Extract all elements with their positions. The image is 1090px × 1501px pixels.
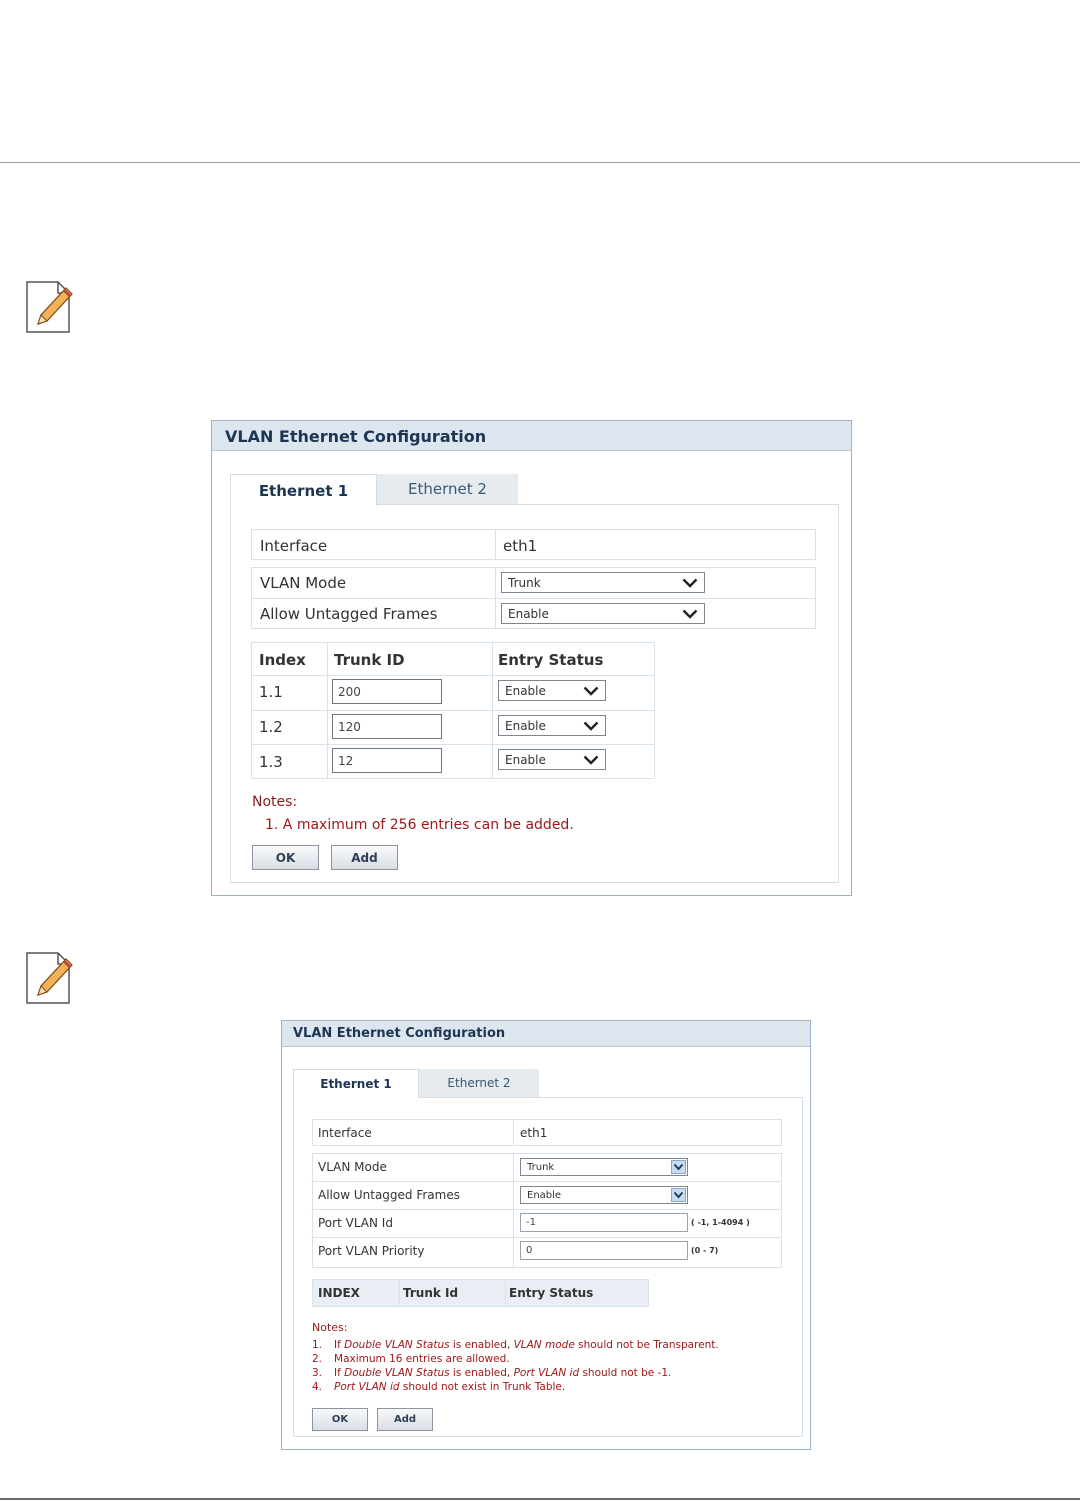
- add-button[interactable]: Add: [331, 845, 398, 870]
- interface-label: Interface: [318, 1126, 372, 1140]
- chevron-down-icon: [583, 721, 599, 731]
- entry-status-value: Enable: [505, 718, 546, 733]
- notes-title: Notes:: [252, 794, 298, 810]
- trunk-id-input[interactable]: 200: [332, 679, 442, 704]
- chevron-down-icon: [583, 686, 599, 696]
- vlan-config-panel-1: VLAN Ethernet Configuration Ethernet 1 E…: [211, 420, 852, 896]
- entry-status-select[interactable]: Enable: [498, 749, 606, 770]
- tab-ethernet-1[interactable]: Ethernet 1: [293, 1069, 419, 1098]
- entry-status-select[interactable]: Enable: [498, 680, 606, 701]
- entry-status-value: Enable: [505, 683, 546, 698]
- note-line-4: 4. Port VLAN id should not exist in Trunk…: [312, 1381, 566, 1393]
- row-index: 1.3: [259, 753, 283, 771]
- port-vlan-id-range: ( -1, 1-4094 ): [691, 1218, 750, 1227]
- add-button[interactable]: Add: [377, 1408, 433, 1431]
- tab-ethernet-2[interactable]: Ethernet 2: [419, 1069, 539, 1097]
- allow-untagged-value: Enable: [527, 1189, 562, 1201]
- col-header-index: INDEX: [318, 1286, 360, 1300]
- col-header-entry-status: Entry Status: [509, 1286, 594, 1300]
- allow-untagged-label: Allow Untagged Frames: [260, 605, 438, 623]
- chevron-down-icon: [583, 755, 599, 765]
- ok-button[interactable]: OK: [312, 1408, 368, 1431]
- interface-value: eth1: [520, 1126, 548, 1140]
- ok-button[interactable]: OK: [252, 845, 319, 870]
- col-header-entry-status: Entry Status: [498, 651, 604, 669]
- chevron-down-icon: [682, 609, 698, 619]
- chevron-down-icon: [682, 578, 698, 588]
- trunk-table-header: [312, 1279, 649, 1307]
- vlan-mode-select[interactable]: Trunk: [520, 1158, 688, 1176]
- row-index: 1.1: [259, 683, 283, 701]
- port-vlan-priority-range: (0 - 7): [691, 1246, 719, 1255]
- col-header-index: Index: [259, 651, 306, 669]
- tab-ethernet-2[interactable]: Ethernet 2: [377, 474, 518, 504]
- header-rule: [0, 162, 1080, 163]
- note-line-3: 3. If Double VLAN Status is enabled, Port…: [312, 1367, 672, 1379]
- select-arrow-icon: [671, 1188, 686, 1202]
- vlan-mode-value: Trunk: [508, 575, 541, 590]
- col-header-trunk-id: Trunk Id: [403, 1286, 459, 1300]
- allow-untagged-select[interactable]: Enable: [501, 603, 705, 624]
- select-arrow-icon: [671, 1160, 686, 1174]
- footer-rule: [0, 1498, 1080, 1500]
- panel-title: VLAN Ethernet Configuration: [282, 1021, 810, 1047]
- port-vlan-id-input[interactable]: -1: [520, 1213, 688, 1232]
- allow-untagged-select[interactable]: Enable: [520, 1186, 688, 1204]
- panel-title: VLAN Ethernet Configuration: [212, 421, 851, 451]
- trunk-id-input[interactable]: 12: [332, 748, 442, 773]
- interface-value: eth1: [503, 537, 538, 555]
- entry-status-select[interactable]: Enable: [498, 715, 606, 736]
- col-header-trunk-id: Trunk ID: [334, 651, 405, 669]
- trunk-id-input[interactable]: 120: [332, 714, 442, 739]
- interface-label: Interface: [260, 537, 328, 555]
- allow-untagged-value: Enable: [508, 606, 549, 621]
- vlan-mode-label: VLAN Mode: [318, 1160, 387, 1174]
- note-line: 1. A maximum of 256 entries can be added…: [265, 817, 574, 833]
- entry-status-value: Enable: [505, 752, 546, 767]
- note-line-2: 2. Maximum 16 entries are allowed.: [312, 1353, 510, 1365]
- vlan-mode-select[interactable]: Trunk: [501, 572, 705, 593]
- row-index: 1.2: [259, 718, 283, 736]
- port-vlan-priority-label: Port VLAN Priority: [318, 1244, 425, 1258]
- vlan-mode-value: Trunk: [527, 1161, 555, 1173]
- notes-title: Notes:: [312, 1321, 348, 1334]
- allow-untagged-label: Allow Untagged Frames: [318, 1188, 460, 1202]
- note-pencil-icon: [24, 951, 76, 1004]
- vlan-config-panel-2: VLAN Ethernet Configuration Ethernet 1 E…: [281, 1020, 811, 1450]
- note-line-1: 1. If Double VLAN Status is enabled, VLAN…: [312, 1339, 719, 1351]
- port-vlan-id-label: Port VLAN Id: [318, 1216, 393, 1230]
- note-pencil-icon: [24, 280, 76, 333]
- vlan-mode-label: VLAN Mode: [260, 574, 347, 592]
- port-vlan-priority-input[interactable]: 0: [520, 1241, 688, 1260]
- tab-ethernet-1[interactable]: Ethernet 1: [230, 474, 377, 506]
